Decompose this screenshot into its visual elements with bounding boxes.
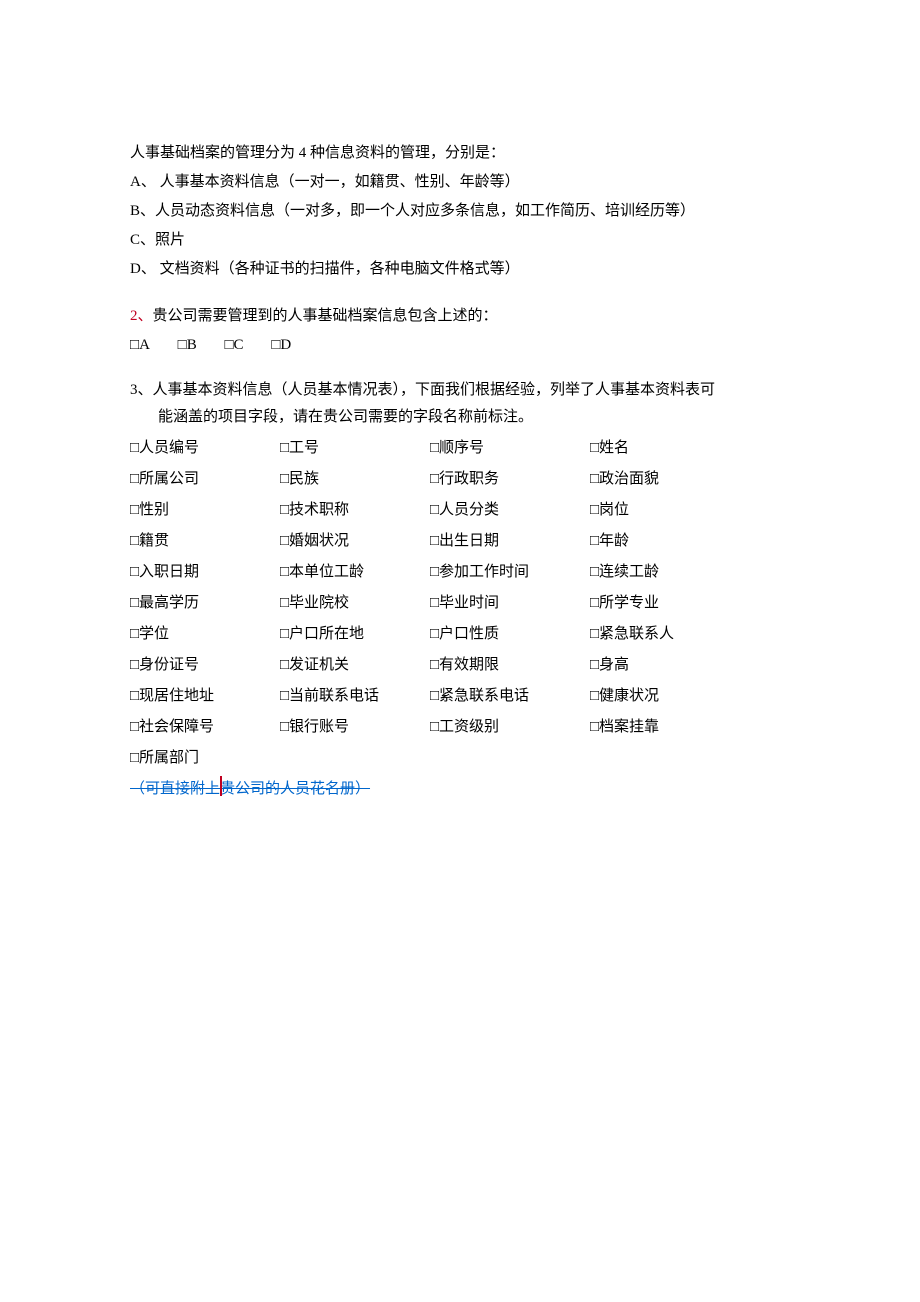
field-checkbox[interactable]: □最高学历 (130, 590, 280, 617)
intro-text: 人事基础档案的管理分为 4 种信息资料的管理，分别是： (130, 140, 790, 167)
field-checkbox[interactable]: □现居住地址 (130, 683, 280, 710)
field-checkbox[interactable]: □工号 (280, 435, 430, 462)
field-checkbox[interactable]: □所属部门 (130, 745, 280, 772)
checkbox-c[interactable]: □C (224, 332, 243, 359)
field-checkbox[interactable]: □毕业院校 (280, 590, 430, 617)
field-checkbox[interactable]: □连续工龄 (590, 559, 740, 586)
question-2: 2、贵公司需要管理到的人事基础档案信息包含上述的： (130, 303, 790, 330)
field-checkbox[interactable]: □岗位 (590, 497, 740, 524)
field-checkbox[interactable]: □性别 (130, 497, 280, 524)
field-checkbox[interactable]: □籍贯 (130, 528, 280, 555)
field-checkbox[interactable]: □所学专业 (590, 590, 740, 617)
field-checkbox[interactable]: □户口性质 (430, 621, 590, 648)
type-d: D、 文档资料（各种证书的扫描件，各种电脑文件格式等） (130, 256, 790, 283)
fields-grid: □人员编号□工号□顺序号□姓名 □所属公司□民族□行政职务□政治面貌 □性别□技术职… (130, 435, 790, 772)
field-checkbox[interactable]: □紧急联系人 (590, 621, 740, 648)
q2-options: □A □B □C □D (130, 332, 790, 359)
q3-line1: 人事基本资料信息（人员基本情况表），下面我们根据经验，列举了人事基本资料表可 (153, 382, 716, 398)
field-checkbox[interactable]: □紧急联系电话 (430, 683, 590, 710)
field-checkbox[interactable]: □人员编号 (130, 435, 280, 462)
q3-line2: 能涵盖的项目字段，请在贵公司需要的字段名称前标注。 (130, 404, 790, 431)
field-checkbox[interactable]: □入职日期 (130, 559, 280, 586)
field-checkbox[interactable]: □社会保障号 (130, 714, 280, 741)
type-c: C、照片 (130, 227, 790, 254)
field-checkbox[interactable]: □银行账号 (280, 714, 430, 741)
field-checkbox[interactable]: □档案挂靠 (590, 714, 740, 741)
revision-mark-icon (220, 776, 222, 796)
field-checkbox[interactable]: □发证机关 (280, 652, 430, 679)
field-checkbox[interactable]: □年龄 (590, 528, 740, 555)
q2-text: 贵公司需要管理到的人事基础档案信息包含上述的： (153, 308, 498, 324)
field-checkbox[interactable]: □所属公司 (130, 466, 280, 493)
field-checkbox[interactable]: □户口所在地 (280, 621, 430, 648)
type-a: A、 人事基本资料信息（一对一，如籍贯、性别、年龄等） (130, 169, 790, 196)
field-checkbox[interactable]: □出生日期 (430, 528, 590, 555)
strikethrough-note: （可直接附上贵公司的人员花名册） (130, 776, 790, 803)
field-checkbox[interactable]: □身份证号 (130, 652, 280, 679)
field-checkbox[interactable]: □本单位工龄 (280, 559, 430, 586)
field-checkbox[interactable]: □当前联系电话 (280, 683, 430, 710)
field-checkbox[interactable]: □学位 (130, 621, 280, 648)
q2-number: 2、 (130, 308, 153, 324)
field-checkbox[interactable]: □行政职务 (430, 466, 590, 493)
field-checkbox[interactable]: □技术职称 (280, 497, 430, 524)
field-checkbox[interactable]: □姓名 (590, 435, 740, 462)
field-checkbox[interactable]: □毕业时间 (430, 590, 590, 617)
type-b: B、人员动态资料信息（一对多，即一个人对应多条信息，如工作简历、培训经历等） (130, 198, 790, 225)
field-checkbox[interactable]: □工资级别 (430, 714, 590, 741)
q3-number: 3、 (130, 382, 153, 398)
field-checkbox[interactable]: □有效期限 (430, 652, 590, 679)
question-3: 3、人事基本资料信息（人员基本情况表），下面我们根据经验，列举了人事基本资料表可 (130, 377, 790, 404)
checkbox-a[interactable]: □A (130, 332, 150, 359)
field-checkbox[interactable]: □婚姻状况 (280, 528, 430, 555)
field-checkbox[interactable]: □健康状况 (590, 683, 740, 710)
field-checkbox[interactable]: □民族 (280, 466, 430, 493)
field-checkbox[interactable]: □政治面貌 (590, 466, 740, 493)
field-checkbox[interactable]: □人员分类 (430, 497, 590, 524)
checkbox-b[interactable]: □B (178, 332, 197, 359)
field-checkbox[interactable]: □参加工作时间 (430, 559, 590, 586)
field-checkbox[interactable]: □身高 (590, 652, 740, 679)
field-checkbox[interactable]: □顺序号 (430, 435, 590, 462)
checkbox-d[interactable]: □D (271, 332, 291, 359)
